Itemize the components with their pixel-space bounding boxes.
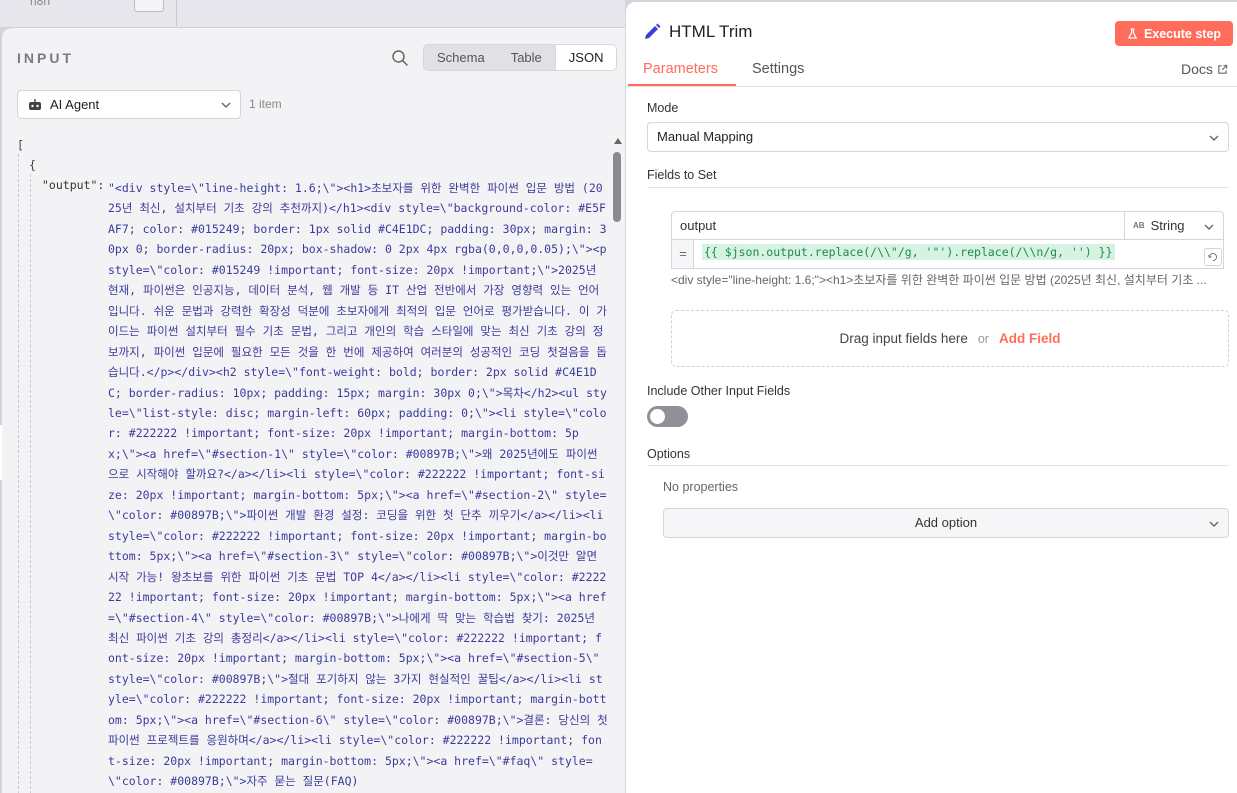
docs-link[interactable]: Docs <box>1181 61 1228 77</box>
docs-label: Docs <box>1181 61 1213 77</box>
scroll-up-icon[interactable] <box>614 138 622 144</box>
canvas-node-label: n8n <box>30 0 51 8</box>
json-open-bracket: [ <box>17 138 24 152</box>
canvas-strip: n8n <box>0 0 625 28</box>
json-indent-guide <box>18 154 19 793</box>
execute-step-label: Execute step <box>1143 26 1222 41</box>
json-key-output[interactable]: "output": <box>42 178 104 192</box>
chevron-down-icon <box>1204 224 1214 230</box>
chevron-down-icon <box>1209 135 1219 141</box>
expression-text: {{ $json.output.replace(/\\"/g, '"').rep… <box>702 244 1115 260</box>
view-schema-button[interactable]: Schema <box>424 45 498 70</box>
assignment-name-input[interactable]: output <box>671 211 1125 240</box>
chevron-down-icon <box>1209 521 1219 527</box>
input-node-select-value: AI Agent <box>50 97 100 112</box>
tab-settings[interactable]: Settings <box>752 61 804 77</box>
json-value-output[interactable]: "<div style=\"line-height: 1.6;\"><h1>초보… <box>108 178 608 792</box>
canvas-node-button[interactable] <box>134 0 164 12</box>
add-option-select[interactable]: Add option <box>663 508 1229 538</box>
include-other-fields-label: Include Other Input Fields <box>647 384 791 398</box>
string-type-icon: AB <box>1133 221 1145 230</box>
json-open-brace: { <box>29 158 36 172</box>
external-link-icon <box>1218 64 1228 74</box>
json-viewer: [ { "output": "<div style=\"line-height:… <box>2 132 609 793</box>
scrollbar-thumb[interactable] <box>613 152 621 222</box>
add-field-button[interactable]: Add Field <box>999 331 1061 346</box>
node-title[interactable]: HTML Trim <box>669 22 752 42</box>
field-drop-zone[interactable]: Drag input fields here or Add Field <box>671 310 1229 367</box>
execute-step-button[interactable]: Execute step <box>1115 21 1233 46</box>
json-scrollbar[interactable] <box>611 136 623 793</box>
mode-select[interactable]: Manual Mapping <box>647 122 1229 152</box>
input-title: INPUT <box>17 50 74 66</box>
view-json-button[interactable]: JSON <box>554 45 617 70</box>
mode-select-value: Manual Mapping <box>657 129 754 144</box>
section-divider <box>647 187 1229 188</box>
pencil-icon <box>645 23 661 39</box>
expand-editor-icon[interactable] <box>1204 248 1222 266</box>
drop-zone-or: or <box>977 331 989 346</box>
assignment-type-value: String <box>1150 218 1185 233</box>
view-table-button[interactable]: Table <box>498 45 555 70</box>
input-panel: INPUT Schema Table JSON AI Agent 1 item … <box>2 28 625 793</box>
item-count: 1 item <box>249 97 282 111</box>
flask-icon <box>1127 28 1138 39</box>
active-tab-indicator <box>628 84 736 86</box>
json-indent-guide <box>30 174 31 793</box>
add-option-label: Add option <box>914 515 978 530</box>
expression-equals-icon: = <box>671 239 694 269</box>
fields-to-set-label: Fields to Set <box>647 168 717 182</box>
input-node-select[interactable]: AI Agent <box>17 90 241 119</box>
search-icon[interactable] <box>390 48 410 68</box>
chevron-down-icon <box>221 102 231 108</box>
section-divider <box>647 465 1229 466</box>
no-properties-text: No properties <box>663 480 739 494</box>
mode-label: Mode <box>647 101 679 115</box>
view-toggle: Schema Table JSON <box>423 44 618 71</box>
assignment-type-select[interactable]: AB String <box>1124 211 1224 240</box>
node-parameters-panel: HTML Trim Execute step Parameters Settin… <box>625 2 1237 793</box>
panel-tabs: Parameters Settings <box>626 54 1237 87</box>
robot-icon <box>29 98 41 110</box>
toggle-knob <box>650 409 665 424</box>
tab-parameters[interactable]: Parameters <box>643 61 718 77</box>
canvas-divider <box>176 0 177 26</box>
expression-preview: <div style="line-height: 1.6;"><h1>초보자를 … <box>671 273 1207 287</box>
drop-zone-text: Drag input fields here <box>839 331 968 346</box>
field-assignment: output AB String = {{ $json.output.replac… <box>671 211 1224 269</box>
assignment-value-input[interactable]: {{ $json.output.replace(/\\"/g, '"').rep… <box>693 239 1224 269</box>
options-label: Options <box>647 447 691 461</box>
include-other-fields-toggle[interactable] <box>647 406 688 427</box>
